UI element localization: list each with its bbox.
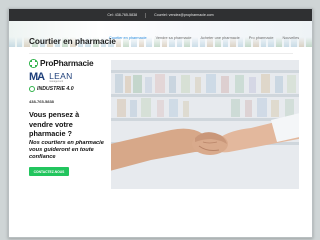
propharmacie-logo-text: ProPharmacie — [40, 58, 94, 68]
lean-sub-text: management — [49, 80, 64, 83]
industrie-logo: INDUSTRIE 4.0 — [29, 84, 107, 93]
nav-item-vendre[interactable]: Vendre sa pharmacie — [156, 36, 192, 40]
gear-icon — [29, 85, 35, 92]
topbar-email[interactable]: Courriel: vendez@propharmacie.com — [154, 13, 214, 17]
contact-button[interactable]: CONTACTEZ-NOUS — [29, 167, 69, 177]
contact-phone[interactable]: 438-765-5838 — [29, 99, 107, 104]
handshake-illustration — [111, 60, 299, 189]
hero-headline: Vous pensez à vendre votre pharmacie ? — [29, 110, 80, 139]
topbar-phone[interactable]: Cel: 438-765-5838 — [107, 13, 137, 17]
green-cross-icon — [29, 58, 38, 68]
nav-item-nouvelles[interactable]: Nouvelles — [282, 36, 299, 40]
topbar-divider — [145, 12, 147, 18]
nav-menu: Courtier en pharmacie Vendre sa pharmaci… — [109, 36, 299, 40]
page-title: Courtier en pharmacie — [29, 37, 116, 46]
title-divider — [29, 53, 293, 54]
top-contact-bar: Cel: 438-765-5838 Courriel: vendez@proph… — [9, 9, 312, 21]
industrie-logo-text: INDUSTRIE 4.0 — [37, 85, 74, 92]
hero-subline: Nos courtiers en pharmacie vous guideron… — [29, 139, 104, 160]
browser-window: Cel: 438-765-5838 Courriel: vendez@proph… — [8, 8, 313, 238]
nav-item-acheter[interactable]: Acheter une pharmacie — [200, 36, 239, 40]
handshake-photo — [111, 60, 299, 189]
ma-lean-logo: MA LEAN management — [29, 71, 107, 83]
ma-logo-text: MA — [29, 71, 45, 83]
intro-column: ProPharmacie MA LEAN management INDUSTRI… — [29, 57, 107, 177]
propharmacie-logo: ProPharmacie — [29, 57, 107, 69]
nav-item-pro[interactable]: Pro pharmacie — [249, 36, 274, 40]
